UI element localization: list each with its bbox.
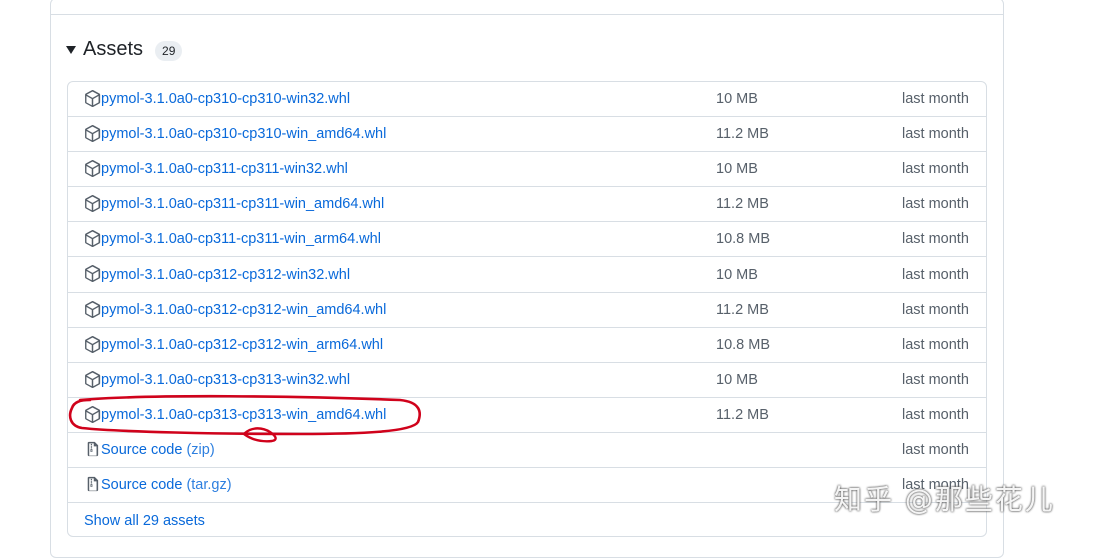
asset-date: last month bbox=[902, 196, 969, 213]
asset-date: last month bbox=[902, 371, 969, 388]
asset-link[interactable]: pymol-3.1.0a0-cp311-cp311-win_arm64.whl bbox=[101, 231, 381, 247]
asset-date: last month bbox=[902, 126, 969, 143]
asset-link[interactable]: pymol-3.1.0a0-cp312-cp312-win_amd64.whl bbox=[101, 302, 386, 318]
triangle-down-icon bbox=[66, 46, 76, 54]
asset-row: pymol-3.1.0a0-cp312-cp312-win_arm64.whl … bbox=[68, 328, 986, 363]
section-divider bbox=[51, 14, 1003, 15]
asset-row: pymol-3.1.0a0-cp310-cp310-win32.whl 10 M… bbox=[68, 82, 986, 118]
source-zip-label: Source code bbox=[101, 441, 183, 458]
asset-date: last month bbox=[902, 91, 969, 108]
asset-link[interactable]: pymol-3.1.0a0-cp312-cp312-win32.whl bbox=[101, 267, 350, 283]
asset-date: last month bbox=[902, 231, 969, 248]
asset-link[interactable]: pymol-3.1.0a0-cp310-cp310-win_amd64.whl bbox=[101, 126, 386, 142]
asset-link[interactable]: pymol-3.1.0a0-cp311-cp311-win32.whl bbox=[101, 161, 348, 177]
assets-summary-toggle[interactable]: Assets 29 bbox=[66, 36, 183, 62]
source-zip-format: (zip) bbox=[186, 441, 215, 458]
package-icon bbox=[85, 160, 101, 178]
file-zip-icon bbox=[87, 476, 99, 492]
asset-size: 11.2 MB bbox=[716, 406, 769, 423]
asset-row-highlighted: pymol-3.1.0a0-cp313-cp313-win_amd64.whl … bbox=[68, 398, 986, 433]
asset-row: pymol-3.1.0a0-cp312-cp312-win32.whl 10 M… bbox=[68, 257, 986, 293]
asset-date: last month bbox=[902, 406, 969, 423]
asset-link[interactable]: pymol-3.1.0a0-cp313-cp313-win_amd64.whl bbox=[101, 407, 386, 423]
asset-size: 11.2 MB bbox=[716, 126, 769, 143]
package-icon bbox=[85, 370, 101, 388]
package-icon bbox=[85, 265, 101, 283]
source-zip-date: last month bbox=[902, 441, 969, 458]
asset-date: last month bbox=[902, 336, 969, 353]
asset-date: last month bbox=[902, 301, 969, 318]
source-targz-link[interactable]: Source code (tar.gz) bbox=[101, 477, 232, 493]
asset-size: 10 MB bbox=[716, 161, 758, 178]
package-icon bbox=[85, 300, 101, 318]
assets-heading: Assets bbox=[83, 37, 144, 60]
asset-row: pymol-3.1.0a0-cp311-cp311-win_arm64.whl … bbox=[68, 222, 986, 258]
asset-row: pymol-3.1.0a0-cp311-cp311-win32.whl 10 M… bbox=[68, 152, 986, 188]
asset-row: pymol-3.1.0a0-cp310-cp310-win_amd64.whl … bbox=[68, 117, 986, 153]
asset-link[interactable]: pymol-3.1.0a0-cp313-cp313-win32.whl bbox=[101, 372, 350, 388]
file-zip-icon bbox=[87, 441, 99, 457]
source-zip-link[interactable]: Source code (zip) bbox=[101, 442, 215, 458]
package-icon bbox=[85, 405, 101, 423]
asset-row: pymol-3.1.0a0-cp312-cp312-win_amd64.whl … bbox=[68, 293, 986, 328]
asset-link[interactable]: pymol-3.1.0a0-cp312-cp312-win_arm64.whl bbox=[101, 337, 383, 353]
asset-size: 10 MB bbox=[716, 266, 758, 283]
asset-row: pymol-3.1.0a0-cp311-cp311-win_amd64.whl … bbox=[68, 187, 986, 223]
asset-size: 10.8 MB bbox=[716, 231, 770, 248]
assets-count-badge: 29 bbox=[155, 41, 183, 61]
asset-size: 11.2 MB bbox=[716, 196, 769, 213]
package-icon bbox=[85, 195, 101, 213]
source-targz-format: (tar.gz) bbox=[186, 477, 232, 494]
assets-list: pymol-3.1.0a0-cp310-cp310-win32.whl 10 M… bbox=[67, 81, 987, 537]
asset-size: 10 MB bbox=[716, 91, 758, 108]
asset-row: pymol-3.1.0a0-cp313-cp313-win32.whl 10 M… bbox=[68, 363, 986, 398]
source-targz-label: Source code bbox=[101, 477, 183, 494]
package-icon bbox=[85, 230, 101, 248]
asset-size: 10.8 MB bbox=[716, 336, 770, 353]
package-icon bbox=[85, 90, 101, 107]
asset-size: 11.2 MB bbox=[716, 301, 769, 318]
asset-link[interactable]: pymol-3.1.0a0-cp310-cp310-win32.whl bbox=[101, 91, 350, 107]
asset-date: last month bbox=[902, 266, 969, 283]
watermark: 知乎 @那些花儿 bbox=[834, 483, 1055, 516]
show-all-assets-link[interactable]: Show all 29 assets bbox=[84, 513, 205, 529]
source-row: Source code (zip) last month bbox=[68, 433, 986, 469]
asset-size: 10 MB bbox=[716, 371, 758, 388]
asset-link[interactable]: pymol-3.1.0a0-cp311-cp311-win_amd64.whl bbox=[101, 196, 384, 212]
package-icon bbox=[85, 335, 101, 353]
asset-date: last month bbox=[902, 161, 969, 178]
package-icon bbox=[85, 125, 101, 143]
